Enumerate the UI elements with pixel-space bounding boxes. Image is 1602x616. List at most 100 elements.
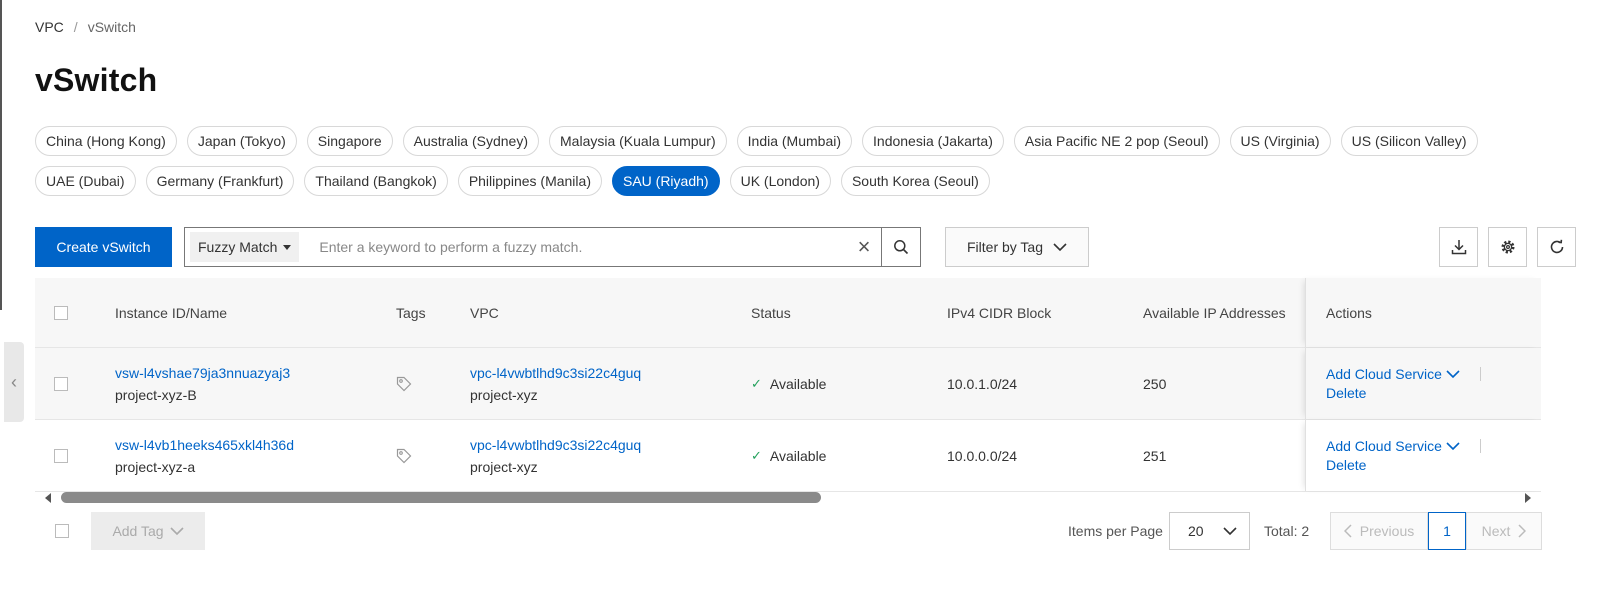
download-icon bbox=[1451, 240, 1466, 255]
available-ips-cell: 250 bbox=[1143, 375, 1167, 392]
add-tag-button[interactable]: Add Tag bbox=[91, 512, 205, 550]
col-cidr: IPv4 CIDR Block bbox=[947, 304, 1052, 321]
match-mode-select[interactable]: Fuzzy Match bbox=[190, 232, 300, 262]
table-header: Instance ID/Name Tags VPC Status IPv4 CI… bbox=[35, 278, 1541, 348]
instance-id-link[interactable]: vsw-l4vshae79ja3nnuazyaj3 bbox=[115, 365, 290, 381]
row-select-cell bbox=[54, 348, 68, 419]
breadcrumb-separator: / bbox=[73, 19, 78, 35]
region-tag[interactable]: Germany (Frankfurt) bbox=[145, 166, 295, 196]
status-text: Available bbox=[769, 447, 827, 464]
actions-cell: Add Cloud Service Delete bbox=[1305, 420, 1541, 491]
actions-cell: Add Cloud Service Delete bbox=[1305, 348, 1541, 419]
status-cell: ✓ Available bbox=[751, 348, 826, 419]
export-button[interactable] bbox=[1439, 227, 1478, 267]
region-tag[interactable]: India (Mumbai) bbox=[736, 126, 853, 156]
region-tag[interactable]: Thailand (Bangkok) bbox=[304, 166, 448, 196]
region-tag[interactable]: Malaysia (Kuala Lumpur) bbox=[549, 126, 727, 156]
region-tag[interactable]: Singapore bbox=[306, 126, 393, 156]
filter-by-tag-label: Filter by Tag bbox=[967, 239, 1043, 255]
add-cloud-service-link[interactable]: Add Cloud Service bbox=[1326, 438, 1442, 454]
horizontal-scrollbar[interactable] bbox=[35, 490, 1541, 506]
actions-line: Add Cloud Service bbox=[1326, 366, 1481, 382]
items-per-page-value: 20 bbox=[1188, 523, 1204, 539]
previous-label: Previous bbox=[1359, 523, 1415, 539]
instance-name: project-xyz-B bbox=[115, 386, 197, 403]
chevron-down-icon[interactable] bbox=[1446, 441, 1460, 451]
instance-cell: vsw-l4vshae79ja3nnuazyaj3 project-xyz-B bbox=[115, 348, 290, 419]
cidr-cell: 10.0.0.0/24 bbox=[947, 447, 1018, 464]
region-tag[interactable]: US (Silicon Valley) bbox=[1340, 126, 1478, 156]
region-tag[interactable]: Asia Pacific NE 2 pop (Seoul) bbox=[1013, 126, 1220, 156]
check-icon: ✓ bbox=[751, 375, 762, 391]
gear-icon bbox=[1501, 240, 1514, 254]
instance-id-link[interactable]: vsw-l4vb1heeks465xkl4h36d bbox=[115, 437, 294, 453]
action-divider bbox=[1479, 367, 1481, 381]
col-available-ips: Available IP Addresses bbox=[1143, 304, 1286, 321]
actions-header-cell: Actions bbox=[1305, 278, 1541, 347]
actions-stack: Add Cloud Service Delete bbox=[1326, 348, 1481, 419]
total-count: Total: 2 bbox=[1264, 523, 1310, 539]
chevron-down-icon bbox=[169, 527, 184, 536]
items-per-page-select[interactable]: 20 bbox=[1169, 512, 1250, 550]
breadcrumb-current: vSwitch bbox=[87, 19, 136, 35]
search-button[interactable] bbox=[882, 227, 921, 267]
chevron-left-icon bbox=[1343, 524, 1352, 538]
vpc-id-link[interactable]: vpc-l4vwbtlhd9c3si22c4guq bbox=[470, 437, 641, 453]
region-tag[interactable]: UK (London) bbox=[729, 166, 831, 196]
region-tag[interactable]: Japan (Tokyo) bbox=[186, 126, 297, 156]
footer-select-all-checkbox[interactable] bbox=[55, 524, 69, 538]
region-tag-selected[interactable]: SAU (Riyadh) bbox=[611, 166, 720, 196]
caret-down-icon bbox=[283, 244, 292, 250]
select-all-checkbox[interactable] bbox=[54, 305, 68, 320]
items-per-page-label: Items per Page bbox=[1068, 523, 1163, 539]
row-checkbox[interactable] bbox=[54, 376, 68, 391]
region-tag[interactable]: Australia (Sydney) bbox=[402, 126, 540, 156]
sidebar-collapse-handle[interactable]: ‹ bbox=[4, 342, 24, 422]
refresh-icon bbox=[1550, 239, 1563, 254]
next-label: Next bbox=[1481, 523, 1511, 539]
actions-line: Add Cloud Service bbox=[1326, 438, 1481, 454]
status-cell: ✓ Available bbox=[751, 420, 826, 491]
search-input[interactable] bbox=[299, 239, 847, 255]
next-page-button[interactable]: Next bbox=[1466, 512, 1542, 550]
row-checkbox[interactable] bbox=[54, 448, 68, 463]
scrollbar-thumb[interactable] bbox=[61, 492, 821, 503]
match-mode-label: Fuzzy Match bbox=[198, 239, 278, 255]
tag-icon[interactable] bbox=[396, 376, 412, 392]
region-tag[interactable]: South Korea (Seoul) bbox=[840, 166, 990, 196]
action-divider bbox=[1479, 439, 1481, 453]
vpc-cell: vpc-l4vwbtlhd9c3si22c4guq project-xyz bbox=[470, 348, 641, 419]
breadcrumb: VPC / vSwitch bbox=[35, 19, 136, 35]
row-select-cell bbox=[54, 420, 68, 491]
region-tag[interactable]: US (Virginia) bbox=[1229, 126, 1331, 156]
scroll-right-arrow-icon[interactable] bbox=[1525, 493, 1531, 503]
table-row: vsw-l4vb1heeks465xkl4h36d project-xyz-a … bbox=[35, 420, 1541, 492]
delete-link[interactable]: Delete bbox=[1326, 385, 1481, 401]
filter-by-tag-button[interactable]: Filter by Tag bbox=[945, 227, 1089, 267]
delete-link[interactable]: Delete bbox=[1326, 457, 1481, 473]
table-row: vsw-l4vshae79ja3nnuazyaj3 project-xyz-B … bbox=[35, 348, 1541, 420]
refresh-button[interactable] bbox=[1537, 227, 1576, 267]
vpc-id-link[interactable]: vpc-l4vwbtlhd9c3si22c4guq bbox=[470, 365, 641, 381]
clear-icon[interactable]: × bbox=[847, 234, 881, 260]
scroll-left-arrow-icon[interactable] bbox=[45, 493, 51, 503]
create-vswitch-button[interactable]: Create vSwitch bbox=[35, 227, 172, 267]
region-tag[interactable]: Philippines (Manila) bbox=[457, 166, 602, 196]
region-tag[interactable]: Indonesia (Jakarta) bbox=[862, 126, 1004, 156]
tags-cell bbox=[396, 420, 412, 491]
previous-page-button[interactable]: Previous bbox=[1330, 512, 1428, 550]
settings-button[interactable] bbox=[1488, 227, 1527, 267]
select-all-cell bbox=[54, 278, 68, 347]
search-icon bbox=[894, 240, 909, 255]
tag-icon[interactable] bbox=[396, 448, 412, 464]
col-vpc: VPC bbox=[470, 304, 499, 321]
chevron-down-icon[interactable] bbox=[1446, 369, 1460, 379]
page-number-button[interactable]: 1 bbox=[1428, 512, 1466, 550]
chevron-down-icon bbox=[1223, 527, 1237, 536]
region-tag[interactable]: UAE (Dubai) bbox=[35, 166, 136, 196]
region-tag[interactable]: China (Hong Kong) bbox=[35, 126, 177, 156]
col-instance: Instance ID/Name bbox=[115, 304, 228, 321]
add-cloud-service-link[interactable]: Add Cloud Service bbox=[1326, 366, 1442, 382]
check-icon: ✓ bbox=[751, 447, 762, 463]
breadcrumb-vpc[interactable]: VPC bbox=[35, 19, 64, 35]
